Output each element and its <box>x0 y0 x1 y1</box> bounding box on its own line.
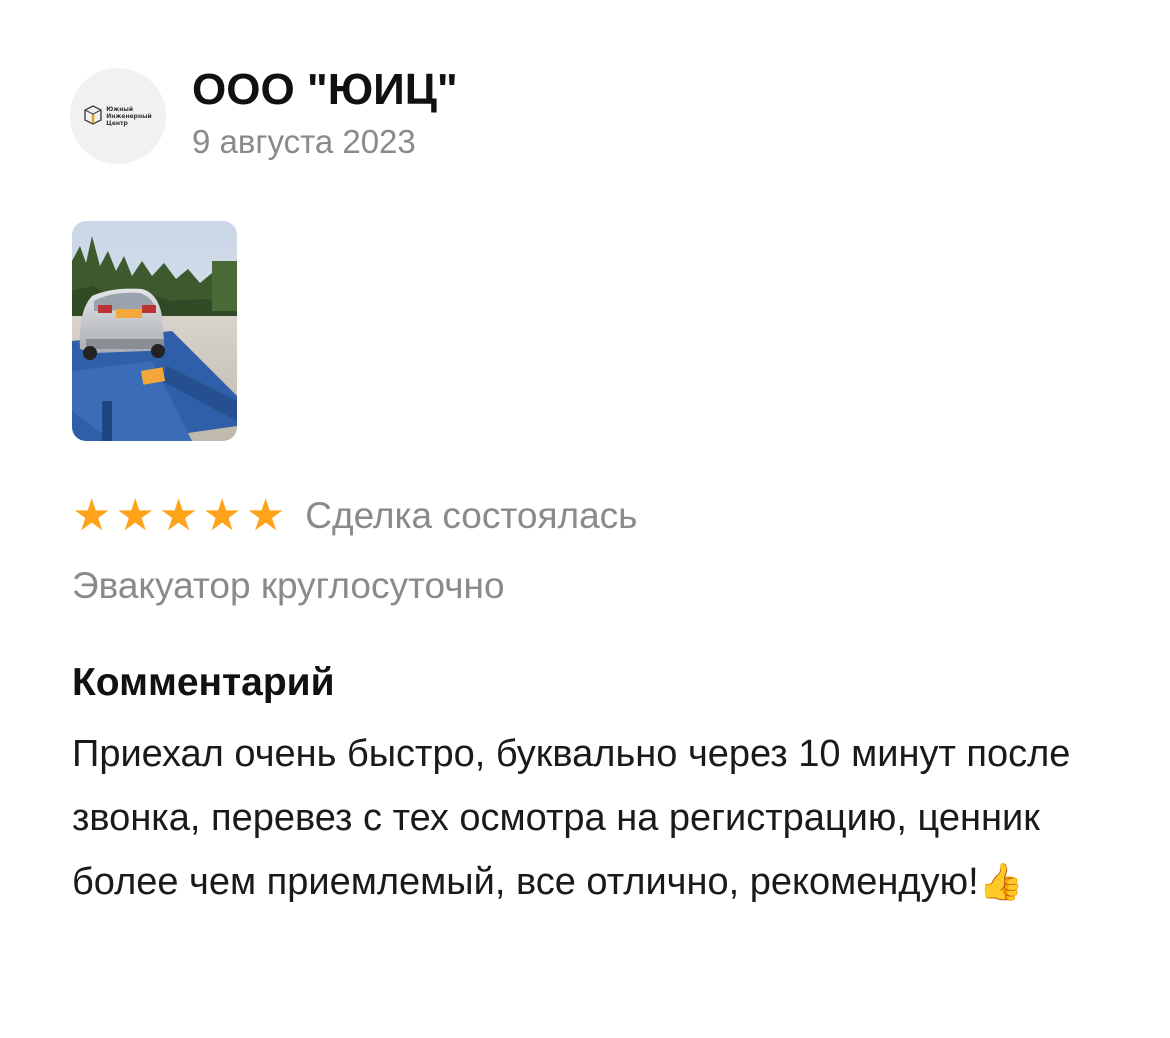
deal-status: Сделка состоялась <box>305 495 638 536</box>
review-photo-image <box>72 221 237 441</box>
author-block: ООО "ЮИЦ" 9 августа 2023 <box>192 65 458 162</box>
star-icon: ★ <box>245 490 286 541</box>
avatar[interactable]: Южный Инженерный Центр <box>70 68 166 164</box>
comment-text: Приехал очень быстро, буквально через 10… <box>72 722 1112 915</box>
rating-row: ★ ★ ★ ★ ★ Сделка состоялась <box>72 490 637 542</box>
star-icon: ★ <box>158 490 199 541</box>
review-photo[interactable] <box>72 221 237 441</box>
author-name[interactable]: ООО "ЮИЦ" <box>192 64 458 116</box>
company-logo-icon <box>84 105 102 125</box>
service-name: Эвакуатор круглосуточно <box>72 565 505 606</box>
thumbs-up-icon: 👍 <box>978 862 1024 903</box>
review-date: 9 августа 2023 <box>192 123 416 160</box>
star-rating: ★ ★ ★ ★ ★ <box>72 490 285 542</box>
star-icon: ★ <box>115 490 155 541</box>
logo-text: Южный Инженерный Центр <box>106 105 152 127</box>
comment-body: Приехал очень быстро, буквально через 10… <box>72 733 1071 903</box>
comment-heading: Комментарий <box>72 661 335 704</box>
review-header: Южный Инженерный Центр ООО "ЮИЦ" 9 авгус… <box>70 65 458 164</box>
star-icon: ★ <box>202 490 242 541</box>
star-icon: ★ <box>72 490 112 541</box>
